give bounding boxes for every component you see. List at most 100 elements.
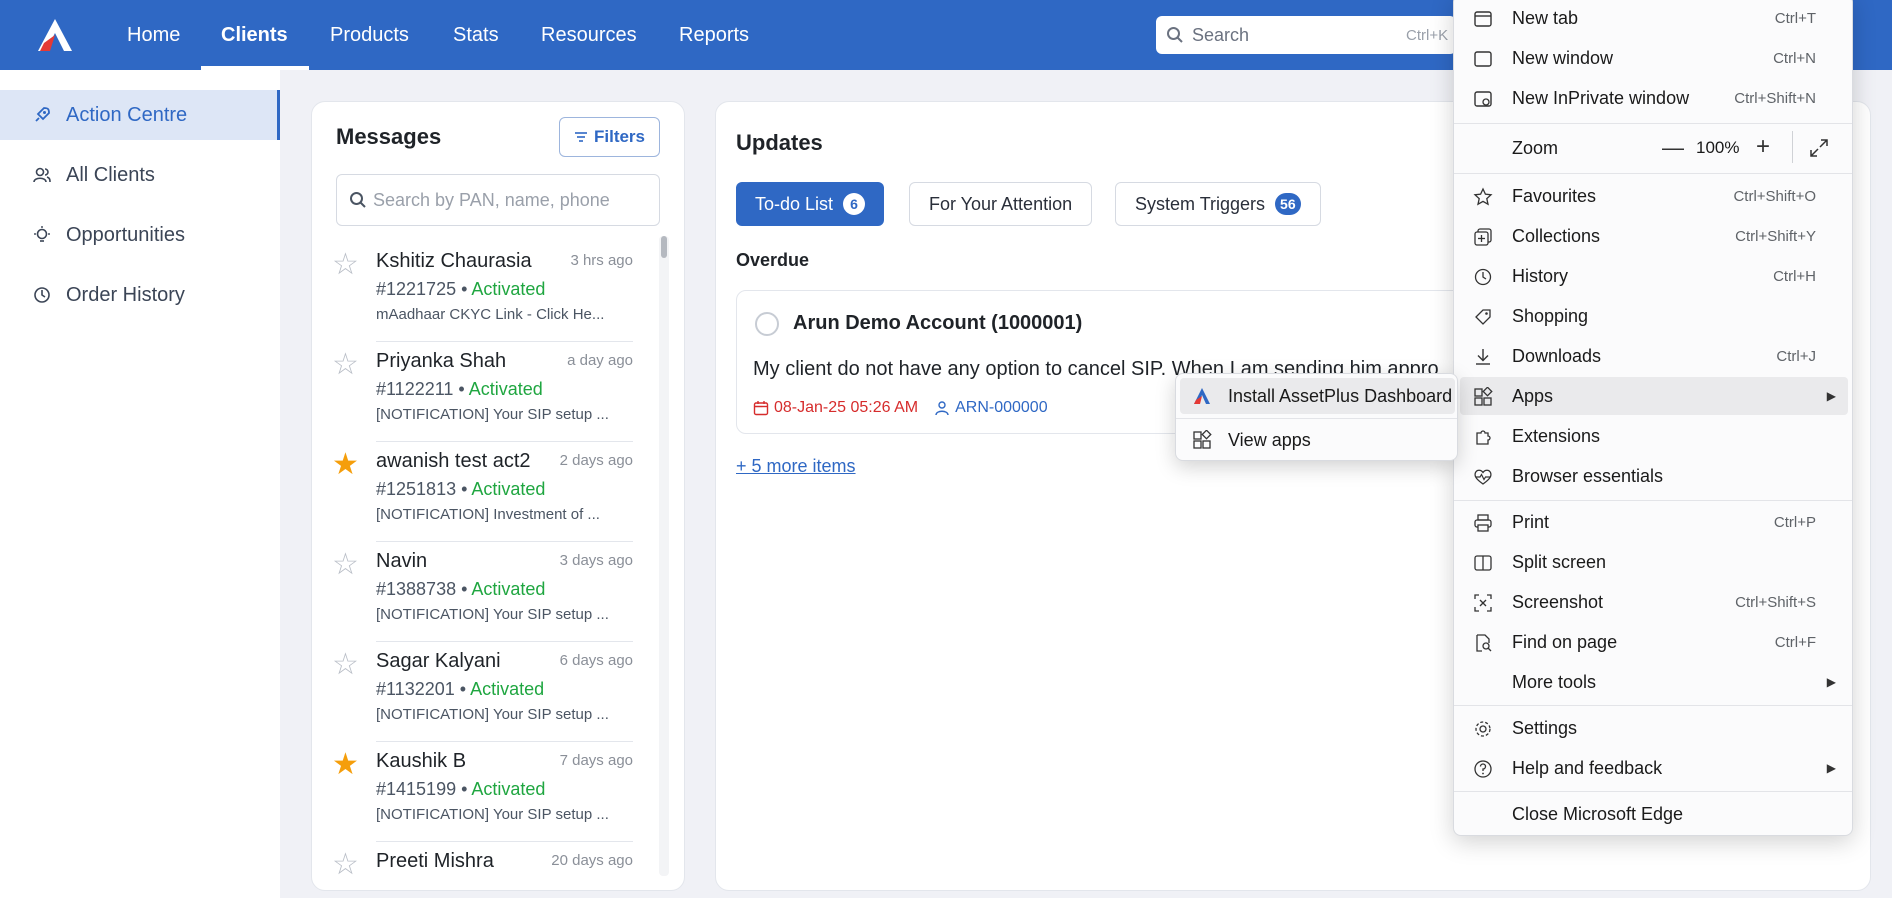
task-arn: ARN-000000 — [934, 399, 1048, 417]
rocket-icon — [30, 103, 54, 127]
screenshot-icon — [1472, 592, 1494, 614]
puzzle-icon — [1472, 426, 1494, 448]
inprivate-icon — [1472, 88, 1494, 110]
client-id: #1221725 — [376, 279, 457, 299]
filters-label: Filters — [593, 127, 646, 146]
menu-shortcut: Ctrl+Shift+Y — [1735, 227, 1816, 245]
zoom-in-button[interactable]: + — [1756, 133, 1770, 161]
star-icon[interactable]: ☆ — [332, 850, 359, 880]
fullscreen-icon[interactable] — [1808, 137, 1830, 159]
status-text: Activated — [470, 679, 545, 699]
client-name: Navin — [376, 550, 428, 572]
menu-item-split-screen[interactable]: Split screen — [1460, 543, 1848, 581]
menu-item-print[interactable]: Print Ctrl+P — [1460, 503, 1848, 541]
menu-item-new-tab[interactable]: New tab Ctrl+T — [1460, 0, 1848, 37]
tab-system-triggers[interactable]: System Triggers 56 — [1115, 182, 1321, 226]
calendar-icon — [753, 401, 769, 416]
menu-item-settings[interactable]: Settings — [1460, 709, 1848, 747]
menu-item-favourites[interactable]: Favourites Ctrl+Shift+O — [1460, 177, 1848, 215]
sidebar-item-all-clients[interactable]: All Clients — [0, 150, 280, 200]
message-item[interactable]: ☆ Priyanka Shah a day ago #1122211 • Act… — [312, 342, 684, 442]
sidebar-item-opportunities[interactable]: Opportunities — [0, 210, 280, 260]
menu-item-screenshot[interactable]: Screenshot Ctrl+Shift+S — [1460, 583, 1848, 621]
client-name: Priyanka Shah — [376, 350, 507, 372]
tab-for-your-attention[interactable]: For Your Attention — [909, 182, 1093, 226]
message-item[interactable]: ☆ Navin 3 days ago #1388738 • Activated … — [312, 542, 684, 642]
menu-item-browser-essentials[interactable]: Browser essentials — [1460, 457, 1848, 495]
menu-item-more-tools[interactable]: More tools ▶ — [1460, 663, 1848, 701]
more-items-link[interactable]: + 5 more items — [736, 456, 856, 477]
tab-todo-list[interactable]: To-do List 6 — [736, 182, 885, 226]
submenu-arrow-icon: ▶ — [1826, 761, 1836, 775]
message-item[interactable]: ☆ Preeti Mishra 20 days ago — [312, 842, 684, 890]
menu-item-downloads[interactable]: Downloads Ctrl+J — [1460, 337, 1848, 375]
submenu-arrow-icon: ▶ — [1826, 389, 1836, 403]
menu-label: Split screen — [1512, 551, 1607, 572]
task-complete-radio[interactable] — [755, 312, 779, 336]
star-filled-icon[interactable]: ★ — [332, 450, 359, 480]
menu-item-history[interactable]: History Ctrl+H — [1460, 257, 1848, 295]
browser-settings-menu: New tab Ctrl+T New window Ctrl+N New InP… — [1453, 0, 1853, 836]
menu-label: Help and feedback — [1512, 757, 1663, 778]
menu-item-apps[interactable]: Apps ▶ — [1460, 377, 1848, 415]
message-list-scrollbar[interactable] — [659, 236, 669, 876]
nav-home[interactable]: Home — [127, 0, 180, 70]
submenu-label: Install AssetPlus Dashboard — [1228, 385, 1453, 406]
star-icon[interactable]: ☆ — [332, 550, 359, 580]
message-item[interactable]: ☆ Sagar Kalyani 6 days ago #1132201 • Ac… — [312, 642, 684, 742]
updates-title: Updates — [736, 130, 823, 155]
star-icon[interactable]: ☆ — [332, 250, 359, 280]
menu-label: Print — [1512, 511, 1550, 532]
menu-item-help-and-feedback[interactable]: Help and feedback ▶ — [1460, 749, 1848, 787]
filters-button[interactable]: Filters — [559, 117, 660, 157]
menu-item-new-window[interactable]: New window Ctrl+N — [1460, 39, 1848, 77]
client-id: #1122211 — [376, 379, 454, 399]
sidebar-item-order-history[interactable]: Order History — [0, 270, 280, 320]
star-icon[interactable]: ☆ — [332, 650, 359, 680]
menu-item-find-on-page[interactable]: Find on page Ctrl+F — [1460, 623, 1848, 661]
message-item[interactable]: ★ Kaushik B 7 days ago #1415199 • Activa… — [312, 742, 684, 842]
menu-label: Collections — [1512, 225, 1601, 246]
menu-label: Settings — [1512, 717, 1578, 738]
menu-label: Screenshot — [1512, 591, 1604, 612]
gear-icon — [1472, 718, 1494, 740]
task-date-text: 08-Jan-25 05:26 AM — [774, 399, 919, 416]
menu-item-extensions[interactable]: Extensions — [1460, 417, 1848, 455]
nav-clients[interactable]: Clients — [221, 0, 288, 70]
global-search-input[interactable]: Search Ctrl+K — [1156, 16, 1456, 54]
client-id-status: #1122211 • Activated — [376, 379, 543, 399]
nav-resources[interactable]: Resources — [541, 0, 637, 70]
menu-item-new-inprivate-window[interactable]: New InPrivate window Ctrl+Shift+N — [1460, 79, 1848, 117]
zoom-out-button[interactable]: — — [1662, 135, 1684, 161]
nav-products[interactable]: Products — [330, 0, 409, 70]
client-id: #1132201 — [376, 679, 455, 699]
assetplus-logo[interactable] — [36, 17, 74, 53]
menu-shortcut: Ctrl+F — [1774, 633, 1816, 651]
message-preview: [NOTIFICATION] Your SIP setup ... — [376, 406, 609, 423]
menu-item-collections[interactable]: Collections Ctrl+Shift+Y — [1460, 217, 1848, 255]
sidebar-item-label: Action Centre — [66, 103, 188, 126]
client-name: awanish test act2 — [376, 450, 531, 472]
message-item[interactable]: ☆ Kshitiz Chaurasia 3 hrs ago #1221725 •… — [312, 242, 684, 342]
sidebar-item-action-centre[interactable]: Action Centre — [0, 90, 280, 140]
menu-item-close-edge[interactable]: Close Microsoft Edge — [1460, 795, 1848, 833]
star-icon[interactable]: ☆ — [332, 350, 359, 380]
status-text: Activated — [471, 279, 546, 299]
submenu-item-view-apps[interactable]: View apps — [1180, 422, 1455, 458]
status-text: Activated — [468, 379, 543, 399]
menu-label: Close Microsoft Edge — [1512, 803, 1684, 824]
history-icon — [30, 283, 54, 307]
submenu-item-install-assetplus[interactable]: Install AssetPlus Dashboard — [1180, 378, 1455, 414]
menu-shortcut: Ctrl+P — [1773, 513, 1816, 531]
message-search-input[interactable]: Search by PAN, name, phone — [336, 174, 660, 226]
scrollbar-thumb[interactable] — [661, 236, 667, 258]
message-item[interactable]: ★ awanish test act2 2 days ago #1251813 … — [312, 442, 684, 542]
nav-reports[interactable]: Reports — [679, 0, 749, 70]
menu-item-shopping[interactable]: Shopping — [1460, 297, 1848, 335]
nav-stats[interactable]: Stats — [453, 0, 499, 70]
tab-label: For Your Attention — [929, 193, 1073, 214]
status-text: Activated — [471, 779, 546, 799]
star-filled-icon[interactable]: ★ — [332, 750, 359, 780]
menu-shortcut: Ctrl+Shift+S — [1735, 593, 1816, 611]
client-id: #1415199 — [376, 779, 457, 799]
